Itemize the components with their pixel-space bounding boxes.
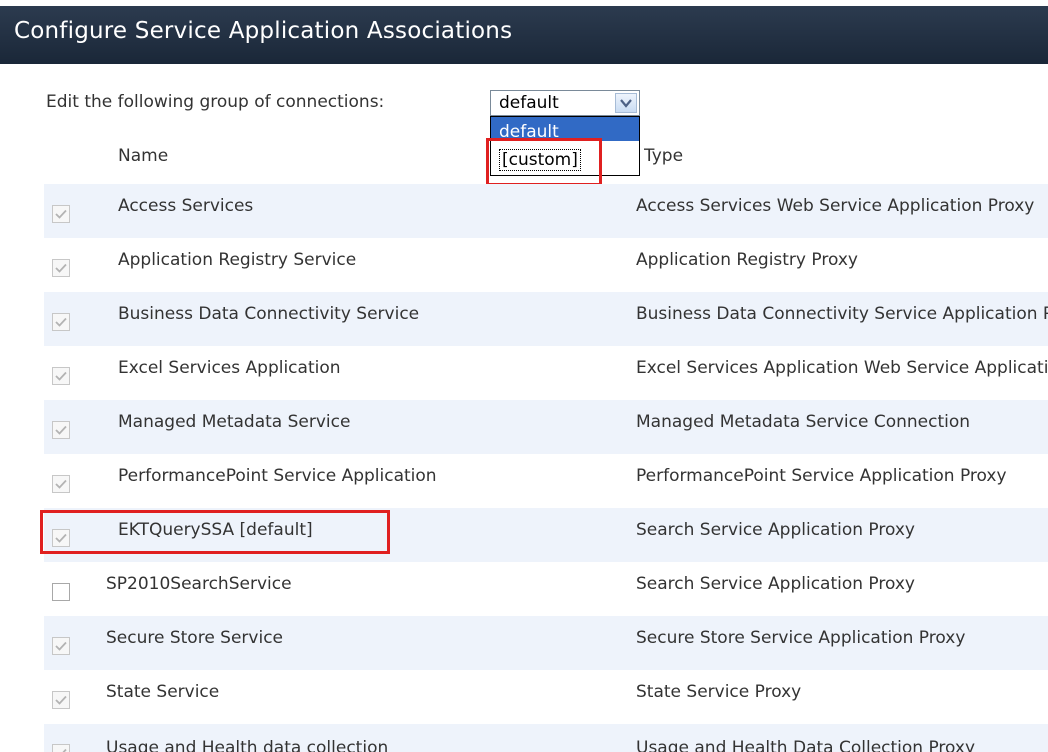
row-checkbox[interactable] [52,744,70,752]
chevron-down-icon[interactable] [615,93,637,113]
row-checkbox[interactable] [52,583,70,601]
page-title: Configure Service Application Associatio… [14,18,513,44]
row-checkbox[interactable] [52,637,70,655]
service-association-table: Access Services Access Services Web Serv… [44,184,1048,752]
row-type: Managed Metadata Service Connection [636,412,971,432]
title-bar: Configure Service Application Associatio… [0,0,1048,68]
group-select[interactable]: default [490,90,640,116]
column-header-name: Name [118,146,169,166]
row-type: State Service Proxy [636,682,802,702]
row-type: Excel Services Application Web Service A… [636,358,1048,378]
row-name: SP2010SearchService [106,574,292,594]
row-type: PerformancePoint Service Application Pro… [636,466,1007,486]
table-row: Access Services Access Services Web Serv… [44,184,1048,238]
row-type: Search Service Application Proxy [636,574,915,594]
row-name: Excel Services Application [118,358,341,378]
row-name: Business Data Connectivity Service [118,304,420,324]
row-name: Secure Store Service [106,628,284,648]
table-row: Business Data Connectivity Service Busin… [44,292,1048,346]
row-name: State Service [106,682,220,702]
table-row: PerformancePoint Service Application Per… [44,454,1048,508]
column-header-type-label: Type [644,146,684,166]
row-name: Usage and Health data collection [106,738,389,752]
row-type: Access Services Web Service Application … [636,196,1035,216]
column-header-type: Type [644,146,704,166]
row-type: Search Service Application Proxy [636,520,915,540]
group-select-value: default [499,93,559,113]
row-name: PerformancePoint Service Application [118,466,437,486]
edit-group-label: Edit the following group of connections: [46,92,385,112]
row-type: Application Registry Proxy [636,250,858,270]
table-row: Application Registry Service Application… [44,238,1048,292]
row-checkbox[interactable] [52,205,70,223]
row-name: Managed Metadata Service [118,412,351,432]
highlight-default-row [40,510,390,554]
table-row: State Service State Service Proxy [44,670,1048,724]
row-checkbox[interactable] [52,691,70,709]
table-row: Managed Metadata Service Managed Metadat… [44,400,1048,454]
row-checkbox[interactable] [52,475,70,493]
row-checkbox[interactable] [52,259,70,277]
row-checkbox[interactable] [52,367,70,385]
row-checkbox[interactable] [52,421,70,439]
row-checkbox[interactable] [52,313,70,331]
table-row: Secure Store Service Secure Store Servic… [44,616,1048,670]
row-name: Application Registry Service [118,250,357,270]
table-row: Excel Services Application Excel Service… [44,346,1048,400]
row-type: Secure Store Service Application Proxy [636,628,966,648]
table-row: Usage and Health data collection Usage a… [44,724,1048,752]
row-type: Usage and Health Data Collection Proxy [636,738,976,752]
table-row: SP2010SearchService Search Service Appli… [44,562,1048,616]
row-name: Access Services [118,196,254,216]
highlight-custom-option [486,138,602,186]
row-type: Business Data Connectivity Service Appli… [636,304,1048,324]
